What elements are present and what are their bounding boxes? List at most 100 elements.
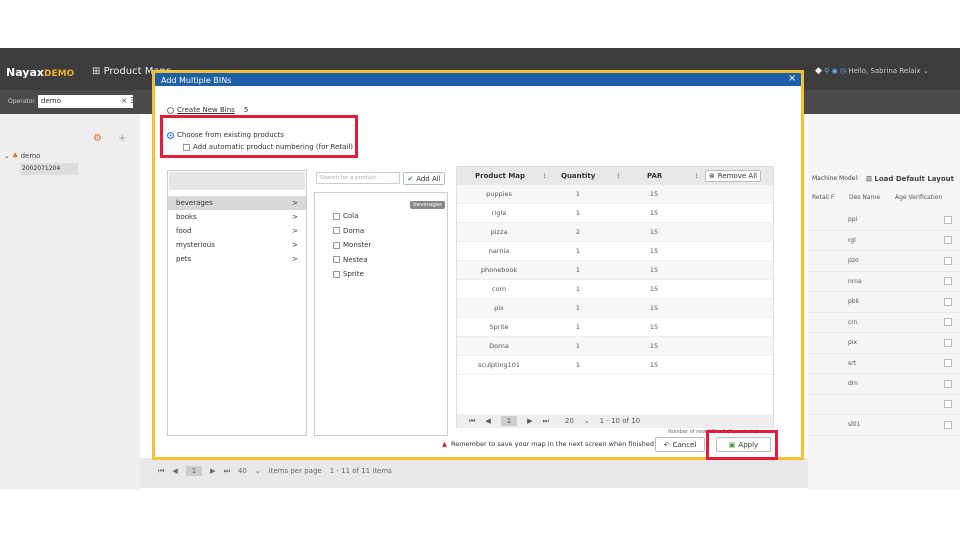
clear-icon[interactable]: × ☰ xyxy=(121,96,137,105)
option-create-new[interactable]: Create New Bins 5 xyxy=(167,106,248,114)
table-page-size[interactable]: 20 xyxy=(565,417,574,425)
cell-quantity[interactable]: 1 xyxy=(541,304,615,312)
add-all-button[interactable]: ✔ Add All xyxy=(403,172,445,185)
current-page[interactable]: 1 xyxy=(185,466,203,476)
category-item[interactable]: beverages > xyxy=(168,196,306,210)
age-checkbox[interactable] xyxy=(944,379,952,388)
product-search-input[interactable]: Search for a product xyxy=(316,172,400,184)
age-checkbox[interactable] xyxy=(944,420,952,429)
auto-numbering-option[interactable]: Add automatic product numbering (for Ret… xyxy=(183,143,353,151)
table-current-page[interactable]: 1 xyxy=(500,416,518,426)
cell-par[interactable]: 15 xyxy=(615,323,693,331)
product-item[interactable]: Dorna xyxy=(333,224,371,239)
prev-page-icon[interactable]: ◀ xyxy=(172,467,177,475)
cell-quantity[interactable]: 1 xyxy=(541,247,615,255)
operator-input[interactable]: demo xyxy=(38,95,133,108)
table-row[interactable]: pix 1 15 xyxy=(457,299,773,318)
col-age[interactable]: Age Verification xyxy=(895,194,960,201)
age-checkbox[interactable] xyxy=(944,215,952,224)
category-item[interactable]: books > xyxy=(168,210,306,224)
last-page-icon[interactable]: ⏭ xyxy=(543,417,549,426)
col-retail[interactable]: Retail F xyxy=(808,194,843,201)
category-item[interactable]: mysterious > xyxy=(168,238,306,252)
globe-icon[interactable]: ◉ xyxy=(832,67,838,75)
table-row[interactable]: rigla 1 15 xyxy=(457,204,773,223)
col-par[interactable]: PAR xyxy=(615,172,693,180)
product-checkbox[interactable] xyxy=(333,241,340,249)
right-table-row[interactable]: pbk xyxy=(808,292,960,313)
cell-par[interactable]: 15 xyxy=(615,228,693,236)
first-page-icon[interactable]: ⏮ xyxy=(158,467,164,476)
age-checkbox[interactable] xyxy=(944,236,952,245)
product-checkbox[interactable] xyxy=(333,227,340,235)
cell-par[interactable]: 15 xyxy=(615,361,693,369)
product-checkbox[interactable] xyxy=(333,256,340,264)
age-checkbox[interactable] xyxy=(944,338,952,347)
cell-quantity[interactable]: 1 xyxy=(541,323,615,331)
age-checkbox[interactable] xyxy=(944,277,952,286)
cell-par[interactable]: 15 xyxy=(615,190,693,198)
col-quantity[interactable]: Quantity xyxy=(541,172,615,180)
table-row[interactable]: corn 1 15 xyxy=(457,280,773,299)
remove-all-button[interactable]: ⊗ Remove All xyxy=(705,170,761,182)
search-icon[interactable]: ⚲ xyxy=(824,67,829,75)
cell-quantity[interactable]: 1 xyxy=(541,342,615,350)
first-page-icon[interactable]: ⏮ xyxy=(469,417,475,426)
clock-icon[interactable]: ◷ xyxy=(840,67,846,75)
right-table-row[interactable]: nrna xyxy=(808,272,960,292)
product-checkbox[interactable] xyxy=(333,212,340,220)
new-bins-count[interactable]: 5 xyxy=(244,106,248,114)
radio-existing[interactable] xyxy=(167,131,174,139)
next-page-icon[interactable]: ▶ xyxy=(210,467,215,475)
cell-quantity[interactable]: 1 xyxy=(541,209,615,217)
table-row[interactable]: puppies 1 15 xyxy=(457,185,773,204)
right-table-row[interactable]: ppi xyxy=(808,210,960,231)
cell-quantity[interactable]: 2 xyxy=(541,228,615,236)
table-row[interactable]: sculpting101 1 15 xyxy=(457,356,773,375)
product-item[interactable]: Nestea xyxy=(333,253,371,268)
chevron-down-icon[interactable]: ⌄ xyxy=(923,67,929,75)
next-page-icon[interactable]: ▶ xyxy=(527,417,532,425)
col-desname[interactable]: Des Name xyxy=(843,194,895,201)
right-table-row[interactable]: pzo xyxy=(808,251,960,272)
table-row[interactable]: Dorna 1 15 xyxy=(457,337,773,356)
chevron-down-icon[interactable]: ⌄ xyxy=(255,467,261,475)
cell-par[interactable]: 15 xyxy=(615,285,693,293)
right-table-row[interactable]: sl01 xyxy=(808,415,960,436)
right-table-row[interactable]: pix xyxy=(808,333,960,354)
load-layout-button[interactable]: ⊡ Load Default Layout xyxy=(866,175,954,183)
age-checkbox[interactable] xyxy=(944,318,952,327)
right-table-row[interactable]: drn xyxy=(808,374,960,395)
category-item[interactable]: pets > xyxy=(168,252,306,266)
right-table-row[interactable]: crn xyxy=(808,313,960,333)
cancel-button[interactable]: ↶ Cancel xyxy=(655,437,705,452)
user-greeting[interactable]: Hello, Sabrina Relaix xyxy=(848,67,920,75)
right-table-row[interactable]: srt xyxy=(808,354,960,374)
cell-quantity[interactable]: 1 xyxy=(541,266,615,274)
apply-button[interactable]: ▣ Apply xyxy=(716,437,771,452)
close-icon[interactable]: × xyxy=(788,73,796,84)
cell-par[interactable]: 15 xyxy=(615,209,693,217)
cell-quantity[interactable]: 1 xyxy=(541,361,615,369)
table-row[interactable]: Sprite 1 15 xyxy=(457,318,773,337)
right-table-row[interactable] xyxy=(808,395,960,415)
app-logo[interactable]: NayaxDEMO xyxy=(6,66,74,79)
col-product-map[interactable]: Product Map xyxy=(457,172,541,180)
cell-par[interactable]: 15 xyxy=(615,304,693,312)
per-page-select[interactable]: 40 xyxy=(238,467,247,475)
tree-root[interactable]: ⌄ ♣ demo xyxy=(4,152,40,160)
product-item[interactable]: Cola xyxy=(333,209,371,224)
age-checkbox[interactable] xyxy=(944,359,952,368)
tree-item[interactable]: 2002071204 xyxy=(20,163,78,175)
add-machine-icon[interactable]: ⚙ xyxy=(93,133,102,144)
cell-par[interactable]: 15 xyxy=(615,342,693,350)
cell-par[interactable]: 15 xyxy=(615,266,693,274)
radio-create-new[interactable] xyxy=(167,106,174,114)
last-page-icon[interactable]: ⏭ xyxy=(224,467,230,476)
user-bar[interactable]: ◆ ⚲ ◉ ◷ Hello, Sabrina Relaix ⌄ xyxy=(815,66,929,76)
product-item[interactable]: Sprite xyxy=(333,267,371,282)
plus-icon[interactable]: + xyxy=(118,133,126,144)
age-checkbox[interactable] xyxy=(944,256,952,265)
cell-quantity[interactable]: 1 xyxy=(541,190,615,198)
product-checkbox[interactable] xyxy=(333,270,340,278)
